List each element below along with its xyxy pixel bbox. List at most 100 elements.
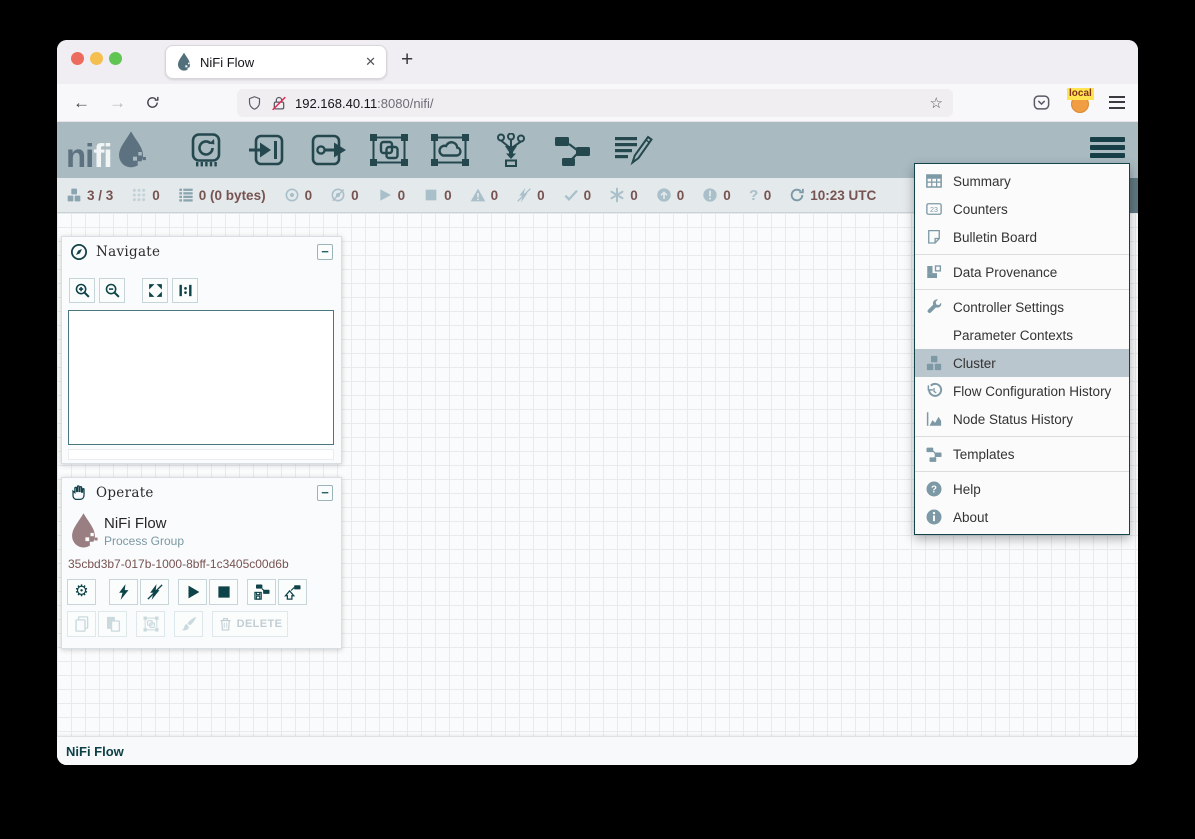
svg-text:?: ? [931, 485, 937, 496]
menu-item-flow-configuration-history[interactable]: Flow Configuration History [915, 377, 1129, 405]
color-button[interactable] [174, 611, 203, 637]
status-disabled: 0 [516, 187, 545, 203]
birdseye-minimap[interactable] [68, 310, 334, 445]
menu-item-data-provenance[interactable]: Data Provenance [915, 258, 1129, 286]
group-button[interactable] [136, 611, 165, 637]
reload-icon[interactable] [145, 95, 160, 110]
provenance-icon [925, 263, 943, 281]
menu-item-bulletin-board[interactable]: Bulletin Board [915, 223, 1129, 251]
menu-item-templates[interactable]: Templates [915, 440, 1129, 468]
menu-item-about[interactable]: About [915, 503, 1129, 531]
upload-template-icon [284, 583, 302, 601]
input-port-component-button[interactable] [247, 133, 287, 167]
bookmark-star-icon[interactable]: ☆ [930, 94, 943, 112]
delete-button[interactable]: DELETE [212, 611, 288, 637]
menu-item-help[interactable]: ? Help [915, 475, 1129, 503]
menu-item-parameter-contexts[interactable]: Parameter Contexts [915, 321, 1129, 349]
minimize-window-button[interactable] [90, 52, 103, 65]
browser-menu-icon[interactable] [1109, 96, 1125, 110]
arrow-up-circle-icon [656, 187, 672, 203]
tab-title: NiFi Flow [200, 55, 359, 70]
menu-separator [915, 254, 1129, 255]
operate-header: Operate − [62, 478, 341, 508]
statusbar-search-sliver [1130, 178, 1138, 213]
menu-separator [915, 289, 1129, 290]
browser-window: NiFi Flow ✕ + ← → 192.168.40.11:8080/nif… [57, 40, 1138, 765]
browser-tab[interactable]: NiFi Flow ✕ [165, 45, 387, 79]
zoom-in-button[interactable] [69, 278, 95, 303]
asterisk-icon [609, 187, 625, 203]
save-template-icon [253, 583, 271, 601]
browser-navbar: ← → 192.168.40.11:8080/nifi/ ☆ local [57, 84, 1138, 122]
enable-button[interactable] [109, 579, 138, 605]
funnel-component-button[interactable] [491, 133, 531, 167]
url-bar[interactable]: 192.168.40.11:8080/nifi/ ☆ [237, 89, 953, 117]
status-transmitting: 0 [284, 187, 313, 203]
close-window-button[interactable] [71, 52, 84, 65]
insecure-lock-icon[interactable] [271, 95, 287, 112]
processor-component-button[interactable] [186, 133, 226, 167]
status-stale: 0 [656, 187, 685, 203]
menu-item-controller-settings[interactable]: Controller Settings [915, 293, 1129, 321]
new-tab-button[interactable]: + [401, 48, 413, 72]
template-component-button[interactable] [552, 133, 592, 167]
zoom-actual-size-button[interactable] [172, 278, 198, 303]
refresh-icon[interactable] [789, 187, 805, 203]
pocket-icon[interactable] [1032, 93, 1051, 112]
breadcrumb: NiFi Flow [57, 736, 1138, 765]
label-component-button[interactable] [613, 133, 653, 167]
back-icon[interactable]: ← [73, 93, 90, 113]
menu-item-summary[interactable]: Summary [915, 167, 1129, 195]
invalid-warning-icon [470, 187, 486, 203]
status-refresh[interactable]: 10:23 UTC [789, 187, 876, 203]
transmitting-icon [284, 187, 300, 203]
nifi-favicon [176, 52, 192, 72]
zoom-out-button[interactable] [99, 278, 125, 303]
menu-item-node-status-history[interactable]: Node Status History [915, 405, 1129, 433]
output-port-component-button[interactable] [308, 133, 348, 167]
forward-icon[interactable]: → [109, 93, 126, 113]
shield-icon[interactable] [247, 95, 262, 111]
start-button[interactable] [178, 579, 207, 605]
bolt-slash-icon [146, 583, 164, 601]
counters-icon: 23 [925, 200, 943, 218]
check-icon [563, 187, 579, 203]
help-icon: ? [925, 480, 943, 498]
selection-type: Process Group [104, 534, 184, 548]
disable-button[interactable] [140, 579, 169, 605]
navigate-title: Navigate [96, 244, 160, 260]
close-tab-icon[interactable]: ✕ [365, 54, 376, 70]
breadcrumb-root[interactable]: NiFi Flow [66, 744, 124, 759]
menu-item-counters[interactable]: 23 Counters [915, 195, 1129, 223]
summary-table-icon [925, 172, 943, 190]
stop-button[interactable] [209, 579, 238, 605]
copy-button[interactable] [67, 611, 96, 637]
cluster-icon [66, 187, 82, 203]
configure-button[interactable]: ⚙ [67, 579, 96, 605]
url-path-text: :8080/nifi/ [377, 96, 433, 111]
info-icon [925, 508, 943, 526]
profile-badge: local [1067, 88, 1094, 100]
profile-avatar[interactable]: local [1069, 91, 1091, 113]
queued-list-icon [178, 187, 194, 203]
navigate-panel: Navigate − [61, 236, 342, 464]
upload-template-button[interactable] [278, 579, 307, 605]
global-menu-button[interactable] [1090, 137, 1125, 163]
operate-panel: Operate − NiFi Flow Process Group 35cbd3… [61, 477, 342, 649]
nifi-logo: nifi [66, 130, 178, 170]
exclamation-circle-icon [702, 187, 718, 203]
navigate-collapse-button[interactable]: − [317, 244, 333, 260]
selection-id[interactable]: 35cbd3b7-017b-1000-8bff-1c3405c00d6b [68, 557, 289, 571]
process-group-component-button[interactable] [369, 133, 409, 167]
zoom-fit-button[interactable] [142, 278, 168, 303]
menu-item-cluster[interactable]: Cluster [915, 349, 1129, 377]
create-template-button[interactable] [247, 579, 276, 605]
nifi-drop-icon [114, 130, 148, 170]
not-transmitting-icon [330, 187, 346, 203]
zoom-window-button[interactable] [109, 52, 122, 65]
remote-process-group-component-button[interactable] [430, 133, 470, 167]
running-icon [377, 187, 393, 203]
menu-separator [915, 436, 1129, 437]
paste-button[interactable] [98, 611, 127, 637]
operate-collapse-button[interactable]: − [317, 485, 333, 501]
